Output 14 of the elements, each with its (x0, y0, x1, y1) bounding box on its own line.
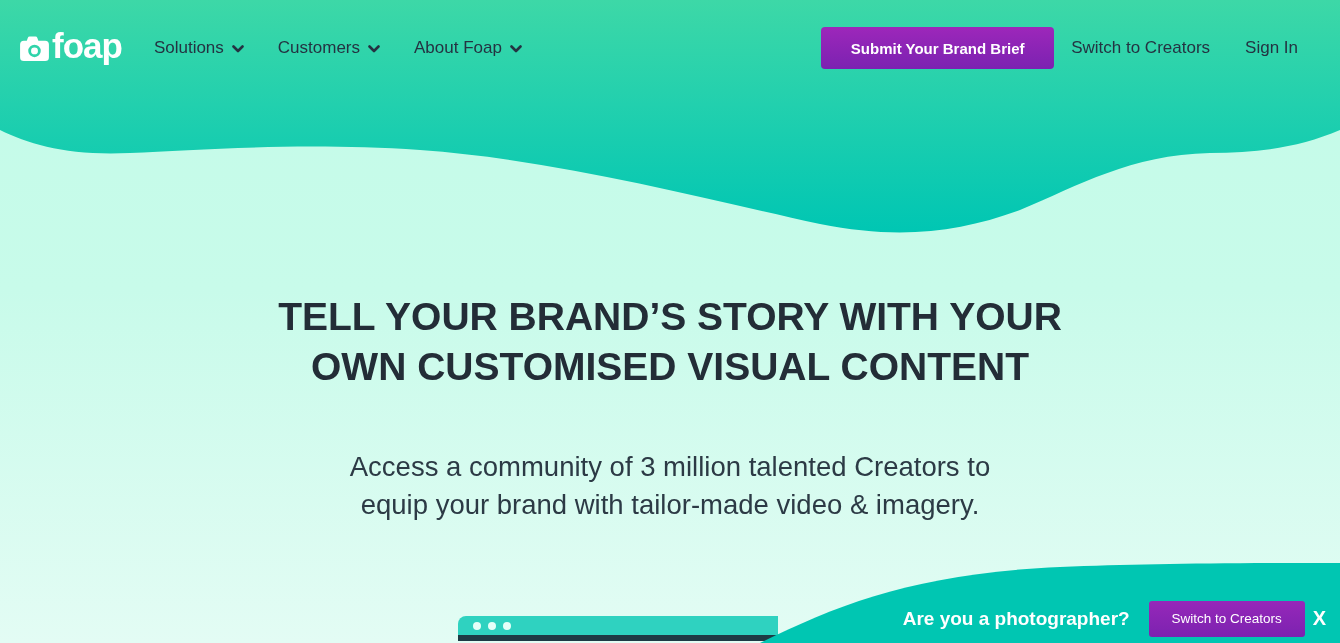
camera-icon (20, 35, 49, 61)
window-dot-icon (488, 621, 496, 630)
brand-brief-button[interactable]: Submit Your Brand Brief (821, 27, 1055, 69)
nav-menu-item[interactable]: Solutions (153, 37, 244, 59)
nav-link[interactable]: Sign In (1245, 37, 1298, 59)
nav-link[interactable]: Switch to Creators (1071, 37, 1211, 59)
hero-subtitle: Access a community of 3 million talented Creators to equip your brand with tailor-made video & imagery. (348, 450, 992, 522)
banner-text: Are you a photographer? (902, 607, 1130, 630)
hero-heading: TELL YOUR BRAND’S STORY WITH YOUR OWN CUSTOMISED VISUAL CONTENT (277, 294, 1063, 390)
window-dot-icon (503, 621, 511, 630)
switch-creators-button[interactable]: Switch to Creators (1148, 600, 1305, 637)
nav-menu-item[interactable]: Customers (277, 37, 380, 59)
window-dot-icon (473, 621, 481, 630)
nav-menu-item[interactable]: About Foap (414, 37, 522, 59)
